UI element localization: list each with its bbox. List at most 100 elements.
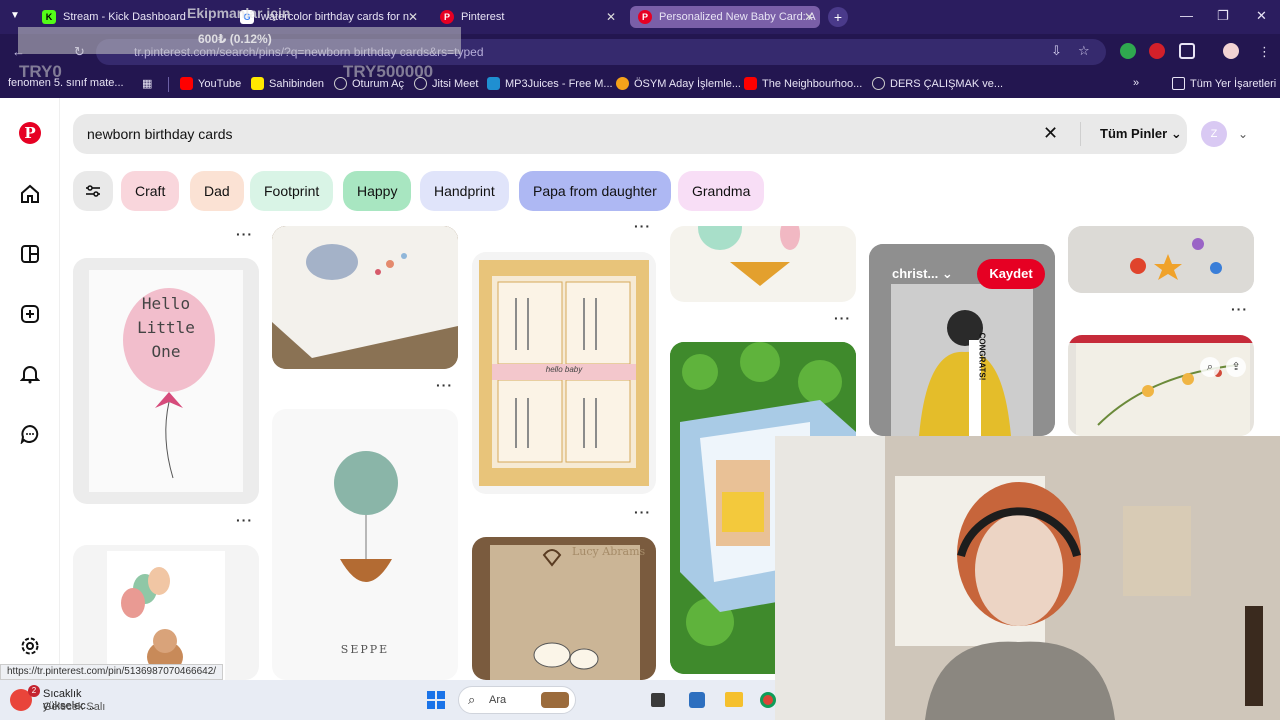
birds-card-illustration <box>490 545 640 680</box>
apps-grid-icon[interactable]: ▦ <box>142 77 152 90</box>
close-tab-icon[interactable]: ✕ <box>606 10 616 24</box>
status-bar-url: https://tr.pinterest.com/pin/51369870704… <box>0 664 224 680</box>
shield-extension-icon[interactable] <box>1120 43 1136 59</box>
close-tab-icon[interactable]: ✕ <box>804 10 814 24</box>
more-bookmarks-icon[interactable]: » <box>1133 77 1139 89</box>
restore-icon[interactable]: ❐ <box>1217 8 1229 24</box>
pin-elephant-watercolor[interactable] <box>272 226 458 369</box>
pinterest-sidebar: P <box>0 98 60 680</box>
pin-more-options-icon[interactable]: ··· <box>236 226 253 242</box>
pin-otter-balloons[interactable] <box>73 545 259 680</box>
file-explorer-icon[interactable] <box>725 692 743 707</box>
bookmark-item[interactable]: ÖSYM Aday İşlemle... <box>616 77 741 90</box>
chip-footprint[interactable]: Footprint <box>250 171 334 211</box>
close-window-icon[interactable]: ✕ <box>1256 8 1267 24</box>
pin-botanical-card[interactable]: ⌕ ⇪ <box>1068 335 1254 436</box>
bookmark-item[interactable]: Sahibinden <box>251 77 324 90</box>
clear-search-icon[interactable]: ✕ <box>1043 123 1058 144</box>
pin-more-options-icon[interactable]: ··· <box>834 310 851 326</box>
home-icon[interactable] <box>18 182 42 206</box>
youtube-icon <box>744 77 757 90</box>
user-avatar[interactable]: Z <box>1201 121 1227 147</box>
bookmark-star-icon[interactable]: ☆ <box>1078 43 1090 59</box>
tab-title: Pinterest <box>461 11 505 23</box>
filters-button[interactable] <box>73 171 113 211</box>
chip-dad[interactable]: Dad <box>190 171 244 211</box>
account-chevron-down-icon[interactable]: ⌄ <box>1238 127 1248 141</box>
tab-search-icon[interactable]: ▼ <box>10 10 20 21</box>
bookmark-item[interactable]: The Neighbourhoo... <box>744 77 862 90</box>
pin-hello-little-one[interactable]: Hello Little One <box>73 258 259 504</box>
pin-seppe-balloon[interactable]: SEPPE <box>272 409 458 680</box>
bookmark-item[interactable]: MP3Juices - Free M... <box>487 77 613 90</box>
board-select-dropdown[interactable]: christ... ⌄ <box>892 266 953 282</box>
webcam-feed-image <box>775 436 1280 720</box>
kick-icon: K <box>42 10 56 24</box>
pin-envelope-card[interactable] <box>670 226 856 302</box>
pinterest-logo-icon[interactable]: P <box>19 122 41 144</box>
search-divider <box>1080 122 1081 146</box>
create-icon[interactable] <box>18 302 42 326</box>
otter-balloons-illustration <box>107 551 225 680</box>
tab-pinterest[interactable]: P Pinterest ✕ <box>432 6 622 28</box>
pin-more-options-icon[interactable]: ··· <box>436 377 453 393</box>
extensions-puzzle-icon[interactable] <box>1179 43 1195 59</box>
new-tab-button[interactable]: + <box>828 7 848 27</box>
bison-search-highlight <box>541 692 569 708</box>
chrome-icon[interactable] <box>760 692 776 708</box>
webcam-overlay <box>775 436 1280 720</box>
widgets-app-icon[interactable] <box>689 692 705 708</box>
chip-craft[interactable]: Craft <box>121 171 180 211</box>
chip-papa-from-daughter[interactable]: Papa from daughter <box>519 171 671 211</box>
record-extension-icon[interactable] <box>1149 43 1165 59</box>
pin-moons-stars[interactable] <box>1068 226 1254 293</box>
elephant-card-illustration <box>272 226 458 369</box>
minimize-icon[interactable]: — <box>1180 8 1193 23</box>
pin-more-options-icon[interactable]: ··· <box>236 512 253 528</box>
bookmark-item[interactable]: YouTube <box>180 77 241 90</box>
tab-title: Personalized New Baby Card: A <box>659 11 816 23</box>
baby-name-text: SEPPE <box>340 643 390 656</box>
visual-search-icon[interactable]: ⌕ <box>1200 357 1220 377</box>
moons-stars-illustration <box>1068 226 1254 293</box>
chip-grandma[interactable]: Grandma <box>678 171 765 211</box>
pinterest-search-bar[interactable]: newborn birthday cards ✕ Tüm Pinler ⌄ <box>73 114 1187 154</box>
settings-gear-icon[interactable] <box>18 634 42 658</box>
envelope-illustration <box>698 226 800 286</box>
goal-amount: 600₺ (0.12%) <box>198 32 272 46</box>
bookmark-item[interactable]: DERS ÇALIŞMAK ve... <box>872 77 1003 90</box>
profile-avatar-icon[interactable] <box>1223 43 1239 59</box>
pin-type-dropdown[interactable]: Tüm Pinler ⌄ <box>1100 126 1182 142</box>
globe-icon <box>872 77 885 90</box>
pin-lucy-abrams-birds[interactable]: Lucy Abrams <box>472 537 656 680</box>
pin-safety-pins-card[interactable]: hello baby <box>472 252 656 494</box>
pin-more-options-icon[interactable]: ··· <box>634 504 651 520</box>
start-button[interactable] <box>427 691 445 709</box>
weather-widget[interactable]: 2 Sıcaklık yükselec... Gelecek Salı <box>10 685 130 715</box>
close-tab-icon[interactable]: ✕ <box>408 10 418 24</box>
goal-title: Ekipmanlar için <box>187 5 291 21</box>
pinterest-icon: P <box>440 10 454 24</box>
install-app-icon[interactable]: ⇩ <box>1051 43 1062 59</box>
bookmarks-bar: fenomen 5. sınıf mate... ▦ YouTube Sahib… <box>0 70 1280 98</box>
save-pin-button[interactable]: Kaydet <box>977 259 1045 289</box>
explore-icon[interactable] <box>18 242 42 266</box>
pin-more-options-icon[interactable]: ··· <box>634 218 651 234</box>
task-view-icon[interactable] <box>651 693 665 707</box>
all-bookmarks-folder[interactable]: Tüm Yer İşaretleri <box>1172 77 1276 90</box>
chip-happy[interactable]: Happy <box>343 171 412 211</box>
card-text-line: Hello <box>141 294 191 313</box>
lucy-abrams-watermark: Lucy Abrams <box>572 545 646 558</box>
share-icon[interactable]: ⇪ <box>1226 357 1246 377</box>
goal-start-value: TRY0 <box>19 62 62 81</box>
notifications-bell-icon[interactable] <box>18 362 42 386</box>
taskbar-search[interactable]: ⌕ Ara <box>458 686 576 714</box>
pin-more-options-icon[interactable]: ··· <box>1231 301 1248 317</box>
browser-menu-icon[interactable]: ⋮ <box>1258 44 1271 60</box>
tab-personalized-baby-card[interactable]: P Personalized New Baby Card: A ✕ <box>630 6 820 28</box>
taskbar-search-placeholder: Ara <box>489 694 507 706</box>
seppe-balloon-illustration <box>334 451 398 582</box>
search-input[interactable]: newborn birthday cards <box>87 126 233 142</box>
messages-icon[interactable] <box>18 422 42 446</box>
chip-handprint[interactable]: Handprint <box>420 171 509 211</box>
